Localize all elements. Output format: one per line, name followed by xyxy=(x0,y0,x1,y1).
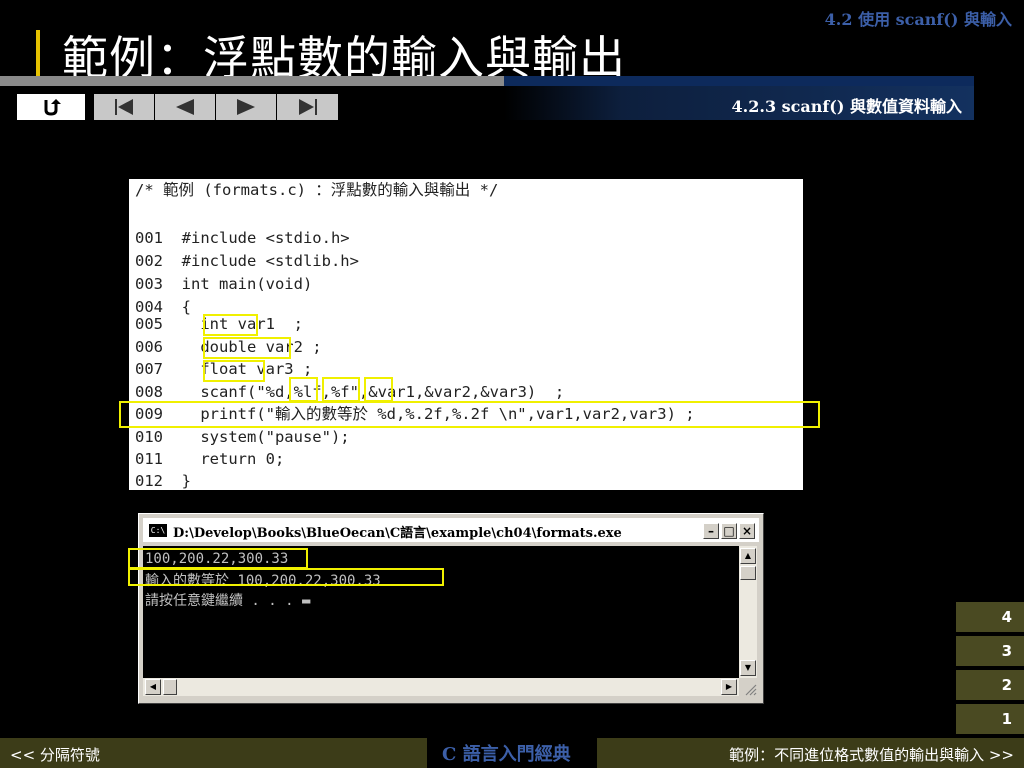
code-line: 011 return 0; xyxy=(135,450,285,468)
section-label: 4.2 使用 scanf() 與輸入 xyxy=(824,10,1012,29)
subsection-title: 4.2.3 scanf() 與數值資料輸入 xyxy=(731,97,962,116)
code-line: 010 system("pause"); xyxy=(135,428,350,446)
next-section-link[interactable]: 範例：不同進位格式數值的輸出與輸入 >> xyxy=(729,744,1014,765)
prev-icon xyxy=(176,99,194,115)
last-page-button[interactable] xyxy=(277,94,338,120)
code-line: 012 } xyxy=(135,472,191,490)
prev-page-button[interactable] xyxy=(155,94,215,120)
console-app-icon: C:\ xyxy=(149,524,167,537)
next-icon xyxy=(237,99,255,115)
horizontal-scrollbar[interactable]: ◀ ▶ xyxy=(143,678,739,696)
page-tab-4[interactable]: 4 xyxy=(956,602,1024,632)
maximize-button[interactable]: □ xyxy=(721,523,737,539)
hscroll-thumb[interactable] xyxy=(163,679,177,695)
page-tab-2[interactable]: 2 xyxy=(956,670,1024,700)
console-titlebar[interactable]: C:\ D:\Develop\Books\BlueOecan\C語言\examp… xyxy=(143,518,759,542)
scroll-thumb[interactable] xyxy=(740,566,756,580)
vertical-scrollbar[interactable]: ▲ ▼ xyxy=(739,546,757,678)
code-line: 001 #include <stdio.h> xyxy=(135,229,350,247)
prev-section-link[interactable]: << 分隔符號 xyxy=(10,744,100,765)
code-line: 004 { xyxy=(135,298,191,316)
scroll-left-icon[interactable]: ◀ xyxy=(145,679,161,695)
highlight-format-lf xyxy=(322,377,360,402)
minimize-button[interactable]: – xyxy=(703,523,719,539)
next-page-button[interactable] xyxy=(216,94,276,120)
scroll-up-icon[interactable]: ▲ xyxy=(740,548,756,564)
highlight-int xyxy=(203,314,258,336)
console-line: 請按任意鍵繼續 . . . ▬ xyxy=(145,593,311,609)
highlight-format-d xyxy=(289,377,318,402)
console-window: C:\ D:\Develop\Books\BlueOecan\C語言\examp… xyxy=(138,513,764,704)
highlight-double xyxy=(203,337,291,359)
return-button[interactable] xyxy=(17,94,85,120)
page-tab-1[interactable]: 1 xyxy=(956,704,1024,734)
return-icon xyxy=(44,99,61,116)
highlight-float xyxy=(203,360,265,382)
highlight-input-line xyxy=(128,548,308,569)
title-rule-dark xyxy=(504,76,974,86)
code-line: 002 #include <stdlib.h> xyxy=(135,252,359,270)
close-button[interactable]: × xyxy=(739,523,755,539)
resize-grip-icon[interactable] xyxy=(743,682,757,696)
scroll-down-icon[interactable]: ▼ xyxy=(740,660,756,676)
highlight-format-f xyxy=(364,377,393,402)
page-tab-3[interactable]: 3 xyxy=(956,636,1024,666)
first-icon xyxy=(115,99,133,115)
title-accent-bar xyxy=(36,30,40,80)
scroll-right-icon[interactable]: ▶ xyxy=(721,679,737,695)
console-title: D:\Develop\Books\BlueOecan\C語言\example\c… xyxy=(173,526,622,541)
highlight-printf-line xyxy=(119,401,820,428)
code-line: 003 int main(void) xyxy=(135,275,313,293)
title-rule xyxy=(0,76,504,86)
highlight-output-line xyxy=(128,568,444,586)
code-comment: /* 範例 (formats.c) ：浮點數的輸入與輸出 */ xyxy=(135,181,499,199)
book-title: C 語言入門經典 xyxy=(442,744,571,765)
first-page-button[interactable] xyxy=(94,94,154,120)
last-icon xyxy=(298,99,317,115)
